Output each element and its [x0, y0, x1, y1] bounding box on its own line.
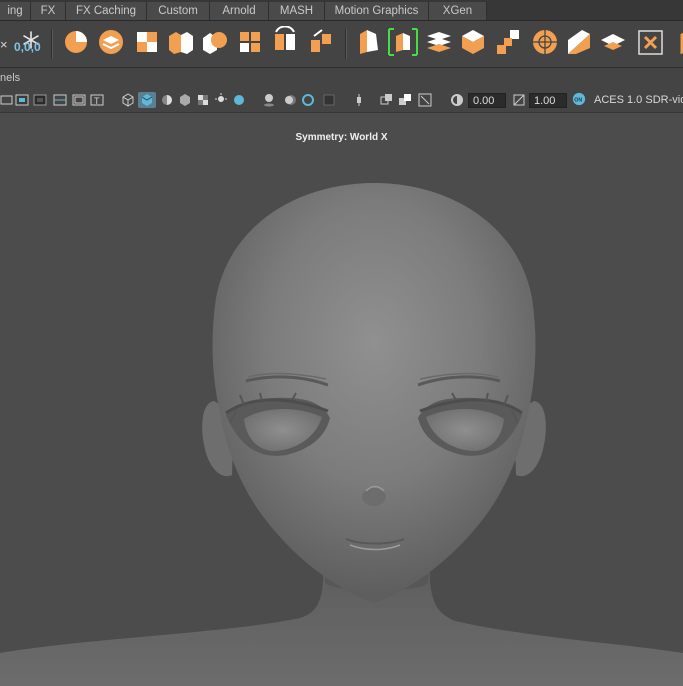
- safe-action-icon[interactable]: [72, 93, 86, 107]
- extrude-cube-icon[interactable]: [458, 26, 488, 58]
- tab-motion-graphics[interactable]: Motion Graphics: [325, 2, 429, 20]
- motion-blur-icon[interactable]: [283, 93, 297, 107]
- tab-mash[interactable]: MASH: [269, 2, 325, 20]
- pivot-readout: 0,0,0: [14, 40, 41, 54]
- gamma-icon[interactable]: [512, 93, 526, 107]
- layers-icon[interactable]: [96, 26, 126, 58]
- film-gate-icon[interactable]: [15, 93, 29, 107]
- default-material-icon[interactable]: [160, 93, 174, 107]
- checker-icon[interactable]: [196, 93, 210, 107]
- color-space-label[interactable]: ACES 1.0 SDR-vide: [594, 94, 683, 106]
- anti-aliasing-icon[interactable]: [301, 93, 315, 107]
- smooth-shade-cube-icon[interactable]: [138, 92, 156, 108]
- panels-menu[interactable]: nels: [0, 72, 20, 84]
- grid-icon[interactable]: [53, 93, 67, 107]
- shelf: × 0,0,0: [0, 21, 683, 68]
- extract-faces-icon[interactable]: [598, 26, 628, 58]
- gamma-field[interactable]: 1.00: [529, 93, 567, 108]
- svg-text:T: T: [94, 96, 100, 106]
- bevel-shape-icon[interactable]: [354, 26, 384, 58]
- quad-tiles-icon[interactable]: [236, 26, 266, 58]
- wireframe-cube-icon[interactable]: [121, 93, 135, 107]
- split-plane-icon[interactable]: [564, 26, 594, 58]
- exposure-field[interactable]: 0.00: [468, 93, 506, 108]
- shelf-separator: [345, 29, 347, 59]
- tab-arnold[interactable]: Arnold: [210, 2, 269, 20]
- extra-icon[interactable]: [670, 26, 683, 58]
- layered-planes-icon[interactable]: [424, 26, 454, 58]
- combine-shapes-icon[interactable]: [200, 26, 230, 58]
- isolate-select-icon[interactable]: [352, 93, 366, 107]
- tab-custom[interactable]: Custom: [147, 2, 210, 20]
- scatter-cubes-icon[interactable]: [494, 26, 524, 58]
- shelf-x-label: ×: [0, 37, 8, 52]
- select-box-icon[interactable]: [388, 26, 418, 58]
- shelf-tab-bar: ing FX FX Caching Custom Arnold MASH Mot…: [0, 0, 683, 21]
- xray-components-icon[interactable]: [418, 93, 432, 107]
- color-management-toggle-icon[interactable]: ON: [572, 92, 588, 108]
- xray-icon[interactable]: [380, 93, 394, 107]
- target-sphere-icon[interactable]: [530, 26, 560, 58]
- safe-title-icon[interactable]: T: [90, 93, 104, 107]
- ambient-occlusion-icon[interactable]: [262, 93, 276, 107]
- mirror-arrows-icon[interactable]: [306, 26, 336, 58]
- exposure-icon[interactable]: [450, 93, 464, 107]
- color-management-badge: ON: [574, 97, 582, 103]
- resolution-gate-icon[interactable]: [33, 93, 47, 107]
- textured-icon[interactable]: [178, 93, 192, 107]
- shelf-separator: [51, 29, 53, 59]
- split-cubes-icon[interactable]: [132, 26, 162, 58]
- tab-xgen[interactable]: XGen: [429, 2, 487, 20]
- tab-fx[interactable]: FX: [31, 2, 66, 20]
- viewport-toolbar: T 0.00 1.00 ON ACES 1.0 SDR-vide: [0, 90, 683, 113]
- tab-fx-caching[interactable]: FX Caching: [66, 2, 147, 20]
- rotate-arrows-icon[interactable]: [270, 26, 300, 58]
- 3d-viewport[interactable]: Symmetry: World X: [0, 113, 683, 686]
- frame-select-icon[interactable]: [636, 26, 666, 58]
- shadows-icon[interactable]: [232, 93, 246, 107]
- tab-rendering[interactable]: ing: [0, 2, 31, 20]
- camera-attributes-icon[interactable]: [0, 93, 14, 107]
- xray-joints-icon[interactable]: [398, 93, 412, 107]
- lighting-icon[interactable]: [214, 93, 228, 107]
- cube-pair-icon[interactable]: [166, 26, 196, 58]
- sculpt-sphere-icon[interactable]: [62, 26, 92, 58]
- depth-of-field-icon[interactable]: [322, 93, 336, 107]
- head-model[interactable]: [0, 113, 683, 686]
- panel-menu-strip: nels: [0, 68, 683, 90]
